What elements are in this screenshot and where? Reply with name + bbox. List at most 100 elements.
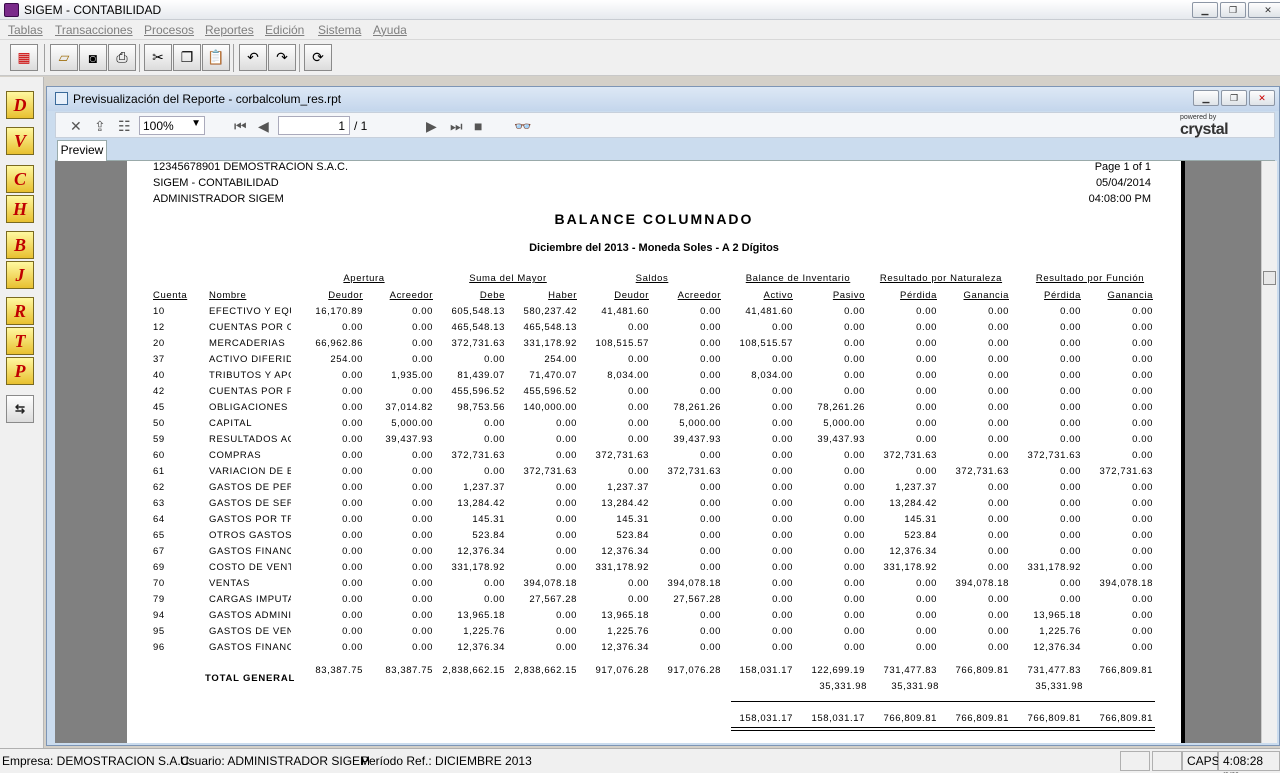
first-page-icon[interactable]: ⏮ [234,118,247,135]
close-view-icon[interactable]: ✕ [70,118,82,135]
page-number-input[interactable]: 1 [278,116,350,135]
stop-icon[interactable]: ■ [474,118,482,134]
group-saldos: Saldos [635,273,669,284]
cell-value: 0.00 [700,450,721,461]
group-suma-mayor: Suma del Mayor [469,273,547,284]
menu-procesos[interactable]: Procesos [144,23,194,37]
quick-button-r[interactable]: R [6,297,34,325]
preview-minimize-button[interactable]: ▁ [1193,90,1219,106]
menu-transacciones[interactable]: Transacciones [55,23,133,37]
cell-value: 455,596.52 [451,386,505,397]
cell-value: 0.00 [556,434,577,445]
cell-value: 0.00 [1060,482,1081,493]
cell-value: 0.00 [484,354,505,365]
copy-icon[interactable]: ❐ [173,44,201,71]
prev-page-icon[interactable]: ◀ [258,118,269,135]
cell-value: 78,261.26 [673,402,721,413]
menu-ayuda[interactable]: Ayuda [373,23,407,37]
table-row: 42 CUENTAS POR P 0.00 0.00 455,596.52 455,596… [127,386,1185,402]
table-row: 50 CAPITAL 0.00 5,000.00 0.00 0.00 0.00 5,000.0… [127,418,1185,434]
paste-icon[interactable]: 📋 [202,44,230,71]
total-value: 731,477.83 [883,665,937,676]
redo-icon[interactable]: ↷ [268,44,296,71]
quick-button-j[interactable]: J [6,261,34,289]
cell-value: 0.00 [772,354,793,365]
preview-icon[interactable]: ◙ [79,44,107,71]
cell-value: 0.00 [988,546,1009,557]
crystal-logo: powered by crystal [1174,114,1270,138]
cell-value: 0.00 [988,594,1009,605]
exit-icon[interactable]: ▦ [10,44,38,71]
total-value: 917,076.28 [667,665,721,676]
table-row: 64 GASTOS POR TR 0.00 0.00 145.31 0.00 145.31 0… [127,514,1185,530]
cell-value: 0.00 [700,338,721,349]
cell-value: 1,225.76 [1039,626,1081,637]
cell-value: 1,935.00 [391,370,433,381]
cell-value: 0.00 [772,578,793,589]
scroll-thumb[interactable] [1263,271,1276,285]
cell-value: 1,225.76 [607,626,649,637]
cell-value: 0.00 [916,626,937,637]
cell-value: 0.00 [342,434,363,445]
open-icon[interactable]: ▱ [50,44,78,71]
menu-reportes[interactable]: Reportes [205,23,254,37]
quick-button-p[interactable]: P [6,357,34,385]
quick-button-b[interactable]: B [6,231,34,259]
cell-value: 331,178.92 [451,562,505,573]
quick-button-v[interactable]: V [6,127,34,155]
cell-value: 254.00 [330,354,363,365]
minimize-button[interactable]: ▁ [1192,2,1218,18]
refresh-icon[interactable]: ⟳ [304,44,332,71]
cell-value: 0.00 [628,434,649,445]
cell-value: 0.00 [844,482,865,493]
close-button[interactable]: ✕ [1248,2,1280,18]
cut-icon[interactable]: ✂ [144,44,172,71]
table-row: 67 GASTOS FINANC 0.00 0.00 12,376.34 0.00 12,3… [127,546,1185,562]
preview-close-button[interactable]: ✕ [1249,90,1275,106]
cell-value: 12,376.34 [601,546,649,557]
last-page-icon[interactable]: ⏭ [450,118,463,135]
cell-value: 465,548.13 [451,322,505,333]
cell-value: 0.00 [844,322,865,333]
cell-value: 0.00 [1132,482,1153,493]
vertical-scrollbar[interactable] [1261,161,1277,743]
search-binoculars-icon[interactable]: 👓 [514,118,531,135]
cell-value: 331,178.92 [883,562,937,573]
cell-value: 372,731.63 [523,466,577,477]
window-switch-icon[interactable]: ⇆ [6,395,34,423]
cell-value: 372,731.63 [1027,450,1081,461]
account-code: 50 [153,418,165,429]
table-row: 59 RESULTADOS AC 0.00 39,437.93 0.00 0.00 0.00… [127,434,1185,450]
cell-value: 0.00 [988,386,1009,397]
app-title: SIGEM - CONTABILIDAD [24,3,162,17]
table-row: 61 VARIACION DE E 0.00 0.00 0.00 372,731.63 0.… [127,466,1185,482]
export-icon[interactable]: ⇪ [94,118,106,135]
next-page-icon[interactable]: ▶ [426,118,437,135]
group-tree-icon[interactable]: ☷ [118,118,131,135]
preview-restore-button[interactable]: ❐ [1221,90,1247,106]
tab-preview[interactable]: Preview [57,140,107,161]
menu-edicion[interactable]: Edición [265,23,304,37]
print-icon[interactable]: ⎙ [108,44,136,71]
restore-button[interactable]: ❐ [1220,2,1246,18]
quick-button-d[interactable]: D [6,91,34,119]
quick-button-h[interactable]: H [6,195,34,223]
cell-value: 0.00 [988,498,1009,509]
cell-value: 331,178.92 [523,338,577,349]
total-value: 2,838,662.15 [442,665,505,676]
undo-icon[interactable]: ↶ [239,44,267,71]
total-value: 2,838,662.15 [514,665,577,676]
quick-button-c[interactable]: C [6,165,34,193]
menu-sistema[interactable]: Sistema [318,23,361,37]
cell-value: 0.00 [1132,306,1153,317]
cell-value: 12,376.34 [601,642,649,653]
cell-value: 465,548.13 [523,322,577,333]
cell-value: 0.00 [1132,498,1153,509]
cell-value: 0.00 [1060,434,1081,445]
toolbar-separator [233,44,234,72]
cell-value: 0.00 [628,594,649,605]
cell-value: 0.00 [700,642,721,653]
menu-tablas[interactable]: Tablas [8,23,43,37]
zoom-select[interactable]: 100% ▼ [139,116,205,135]
quick-button-t[interactable]: T [6,327,34,355]
